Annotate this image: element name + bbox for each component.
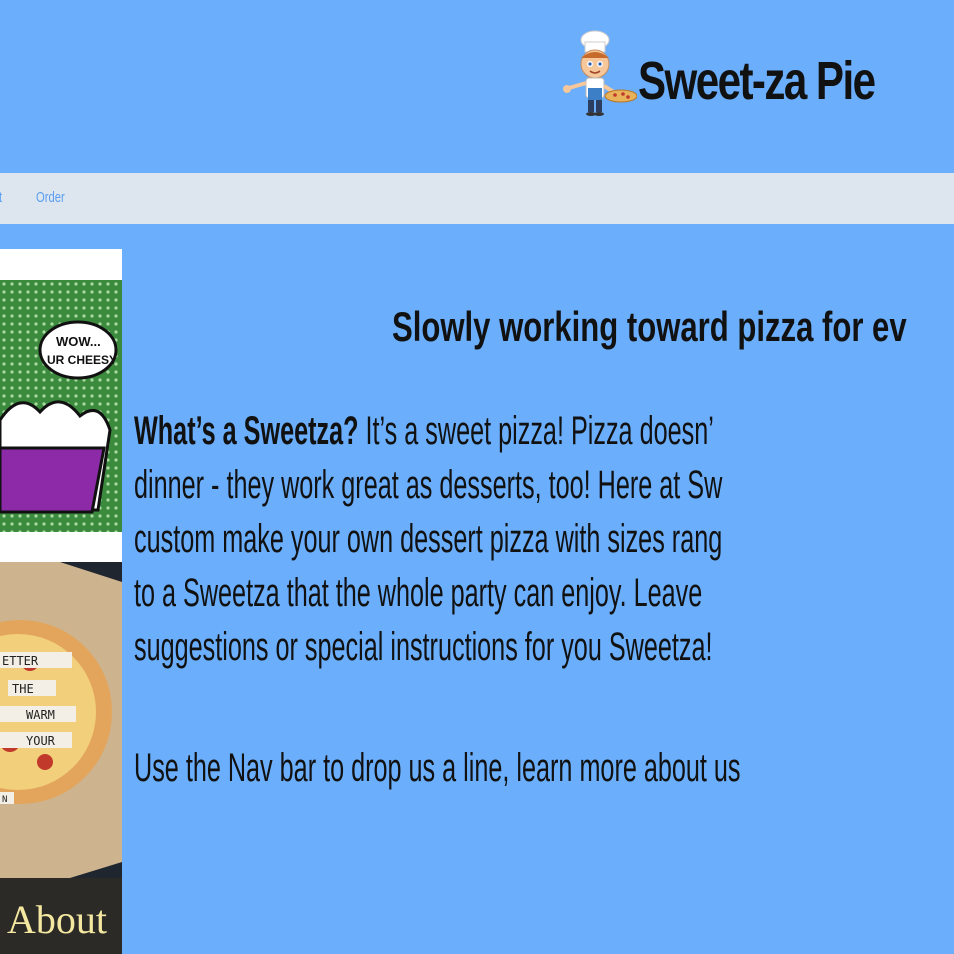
pizza-word-3: WARM <box>26 708 55 722</box>
nav-bar: t Order <box>0 173 954 224</box>
chef-boy-with-pizza-icon <box>563 30 637 116</box>
cheesy-cupcake-image[interactable]: WOW... UR CHEESY <box>0 280 122 532</box>
site-header: Sweet-za Pie <box>0 0 954 173</box>
sidebar-tile-about[interactable]: About <box>0 878 122 954</box>
sidebar-top-strip <box>0 249 122 280</box>
closing-paragraph: Use the Nav bar to drop us a line, learn… <box>134 746 741 790</box>
pizza-word-4: YOUR <box>26 734 56 748</box>
nav-link-order[interactable]: Order <box>36 189 65 206</box>
nav-link-partial[interactable]: t <box>0 189 2 206</box>
speech-bubble-text-1: WOW... <box>56 334 101 349</box>
pizza-box-image[interactable]: ETTER THE WARM YOUR N <box>0 562 122 878</box>
intro-line-5: suggestions or special instructions for … <box>134 625 713 669</box>
pizza-word-2: THE <box>12 682 34 696</box>
sidebar-tile-label: About <box>7 897 107 942</box>
intro-rest: It’s a sweet pizza! Pizza doesn’ <box>358 409 714 453</box>
intro-line-3: custom make your own dessert pizza with … <box>134 517 723 561</box>
page-headline: Slowly working toward pizza for ev <box>392 303 907 350</box>
intro-paragraph: What’s a Sweetza? It’s a sweet pizza! Pi… <box>134 404 827 674</box>
speech-bubble-text-2: UR CHEESY <box>47 353 117 367</box>
sidebar: WOW... UR CHEESY ETTER THE WARM YOUR N A… <box>0 249 122 954</box>
sidebar-gap <box>0 532 122 562</box>
pizza-word-5: N <box>2 795 7 805</box>
intro-line-1: What’s a Sweetza? It’s a sweet pizza! Pi… <box>134 404 827 458</box>
intro-bold: What’s a Sweetza? <box>134 409 359 453</box>
intro-line-2: dinner - they work great as desserts, to… <box>134 463 723 507</box>
pizza-word-1: ETTER <box>2 654 39 668</box>
intro-line-4: to a Sweetza that the whole party can en… <box>134 571 703 615</box>
brand-title: Sweet-za Pie <box>638 51 876 111</box>
